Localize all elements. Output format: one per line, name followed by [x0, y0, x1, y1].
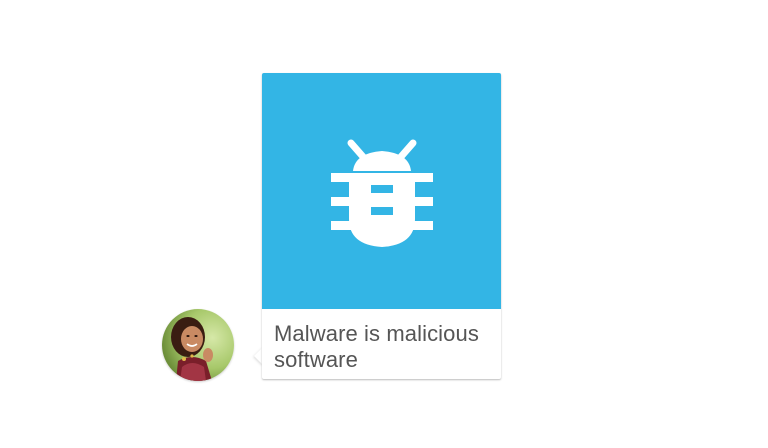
bug-icon	[331, 139, 433, 247]
message-caption: Malware is malicious software	[274, 321, 479, 372]
message-card[interactable]: Malware is malicious software	[262, 73, 501, 379]
avatar-photo-icon	[162, 309, 234, 381]
sender-avatar[interactable]	[162, 309, 234, 381]
message-image	[262, 73, 501, 309]
chat-stage: Malware is malicious software	[0, 0, 768, 448]
